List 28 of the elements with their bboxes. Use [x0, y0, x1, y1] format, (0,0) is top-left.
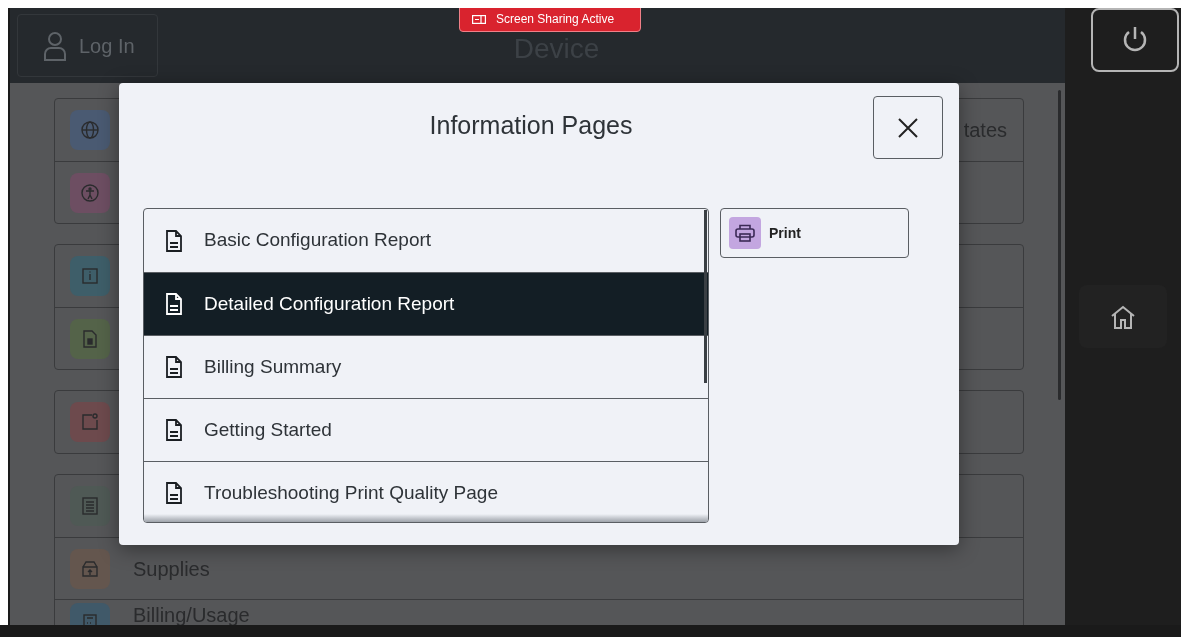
accessibility-icon: [70, 172, 110, 213]
scrollbar[interactable]: [1058, 90, 1061, 400]
list-item[interactable]: Basic Configuration Report: [144, 209, 708, 272]
screen-share-icon: [472, 14, 486, 24]
person-icon: [43, 30, 67, 61]
print-button[interactable]: Print: [720, 208, 909, 258]
printer-icon: [729, 217, 761, 249]
list-item[interactable]: Detailed Configuration Report: [144, 272, 708, 335]
box-icon: [70, 548, 110, 589]
home-icon: [1110, 304, 1136, 329]
list-scrollbar[interactable]: [704, 210, 707, 383]
list-icon: [70, 486, 110, 526]
document-icon: [166, 356, 182, 378]
close-icon: [897, 116, 919, 139]
document-icon: [166, 482, 182, 504]
dialog-title: Information Pages: [429, 110, 633, 141]
document-icon: [166, 419, 182, 441]
document-icon: [70, 318, 110, 359]
info-icon: [70, 256, 110, 296]
home-button[interactable]: [1079, 285, 1167, 348]
document-icon: [166, 229, 182, 252]
close-button[interactable]: [873, 96, 943, 159]
document-icon: [166, 293, 182, 315]
screen-sharing-banner: Screen Sharing Active: [459, 8, 641, 32]
globe-icon: [70, 110, 110, 150]
list-item[interactable]: Getting Started: [144, 398, 708, 461]
notification-icon: [70, 402, 110, 442]
power-button[interactable]: [1091, 8, 1179, 72]
